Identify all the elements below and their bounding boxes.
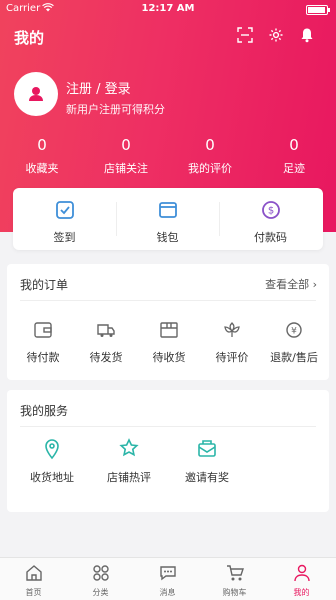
user-icon	[29, 87, 43, 101]
service-shop-reviews[interactable]: 店铺热评	[91, 438, 167, 485]
services-title: 我的服务	[20, 404, 69, 418]
avatar[interactable]	[14, 72, 58, 116]
order-pending-payment[interactable]: 待付款	[12, 321, 74, 365]
checkin-button[interactable]: 签到	[13, 200, 116, 245]
service-invite[interactable]: 邀请有奖	[169, 438, 245, 485]
package-icon	[160, 322, 178, 338]
pay-code-icon: $	[261, 201, 280, 219]
service-label: 店铺热评	[107, 471, 151, 484]
divider	[20, 300, 316, 301]
pay-code-button[interactable]: $ 付款码	[219, 200, 322, 245]
see-all-orders-link[interactable]: 查看全部 ›	[265, 276, 317, 292]
login-subtitle: 新用户注册可得积分	[66, 103, 165, 116]
truck-icon	[97, 324, 115, 337]
order-pending-review[interactable]: 待评价	[201, 321, 263, 365]
checkin-label: 签到	[53, 231, 76, 244]
stat-followed-shops[interactable]: 0 店铺关注	[84, 136, 168, 176]
stat-label: 我的评价	[188, 162, 232, 175]
stat-label: 收藏夹	[25, 162, 59, 175]
tab-category[interactable]: 分类	[67, 564, 134, 598]
wallet-outline-icon	[34, 322, 52, 338]
order-label: 待收货	[152, 351, 186, 364]
tab-messages[interactable]: 消息	[134, 564, 201, 598]
stat-value: 0	[121, 136, 131, 154]
svg-text:¥: ¥	[291, 327, 297, 337]
wallet-icon	[158, 202, 177, 218]
stat-value: 0	[289, 136, 299, 154]
refund-icon: ¥	[286, 322, 302, 338]
stat-value: 0	[37, 136, 47, 154]
divider	[20, 426, 316, 427]
see-all-label: 查看全部	[265, 278, 310, 291]
battery-icon	[306, 5, 330, 15]
tab-label: 首页	[25, 588, 42, 597]
category-icon	[92, 565, 109, 581]
service-address[interactable]: 收货地址	[14, 438, 90, 485]
status-bar: Carrier 12:17 AM	[0, 0, 336, 20]
checkin-icon	[55, 201, 74, 219]
order-label: 待评价	[215, 351, 249, 364]
stat-label: 店铺关注	[104, 162, 148, 175]
orders-card: 我的订单 查看全部 › 待付款 待发货 待收货 待评价 ¥ 退款/售后	[7, 264, 329, 380]
clock: 12:17 AM	[141, 3, 195, 14]
orders-title: 我的订单	[20, 278, 69, 292]
settings-icon[interactable]	[268, 27, 286, 45]
tab-cart[interactable]: 购物车	[201, 564, 268, 598]
tab-label: 分类	[92, 588, 109, 597]
order-label: 待付款	[26, 351, 60, 364]
wallet-label: 钱包	[156, 231, 179, 244]
order-label: 待发货	[89, 351, 123, 364]
order-refund[interactable]: ¥ 退款/售后	[263, 321, 325, 365]
tab-label: 我的	[293, 588, 310, 597]
flower-icon	[224, 322, 240, 337]
cart-icon	[226, 565, 244, 581]
profile-icon	[293, 564, 310, 582]
tab-profile[interactable]: 我的	[268, 564, 335, 598]
services-card: 我的服务 收货地址 店铺热评 邀请有奖	[7, 390, 329, 512]
login-link[interactable]: 注册 / 登录	[66, 78, 131, 97]
tab-home[interactable]: 首页	[0, 564, 67, 598]
tab-label: 购物车	[222, 588, 247, 597]
chevron-right-icon: ›	[312, 278, 317, 291]
star-icon	[119, 438, 139, 457]
stat-value: 0	[205, 136, 215, 154]
home-icon	[25, 565, 42, 581]
svg-text:$: $	[267, 206, 273, 217]
message-icon	[159, 566, 176, 581]
pay-code-label: 付款码	[254, 231, 287, 244]
location-icon	[45, 439, 59, 460]
order-pending-shipment[interactable]: 待发货	[75, 321, 137, 365]
wallet-button[interactable]: 钱包	[116, 200, 219, 245]
tab-bar: 首页 分类 消息 购物车 我的	[0, 557, 336, 600]
stat-footprints[interactable]: 0 足迹	[252, 136, 336, 176]
quick-actions-card: 签到 钱包 $ 付款码	[13, 188, 323, 250]
tab-label: 消息	[159, 588, 176, 597]
page-title: 我的	[14, 29, 45, 47]
stat-my-reviews[interactable]: 0 我的评价	[168, 136, 252, 176]
order-label: 退款/售后	[270, 351, 318, 364]
stat-favorites[interactable]: 0 收藏夹	[0, 136, 84, 176]
scan-icon[interactable]	[237, 27, 255, 45]
service-label: 邀请有奖	[185, 471, 229, 484]
stat-label: 足迹	[283, 162, 305, 175]
gift-mail-icon	[198, 440, 216, 457]
order-pending-receipt[interactable]: 待收货	[138, 321, 200, 365]
bell-icon[interactable]	[300, 27, 318, 45]
service-label: 收货地址	[30, 471, 74, 484]
